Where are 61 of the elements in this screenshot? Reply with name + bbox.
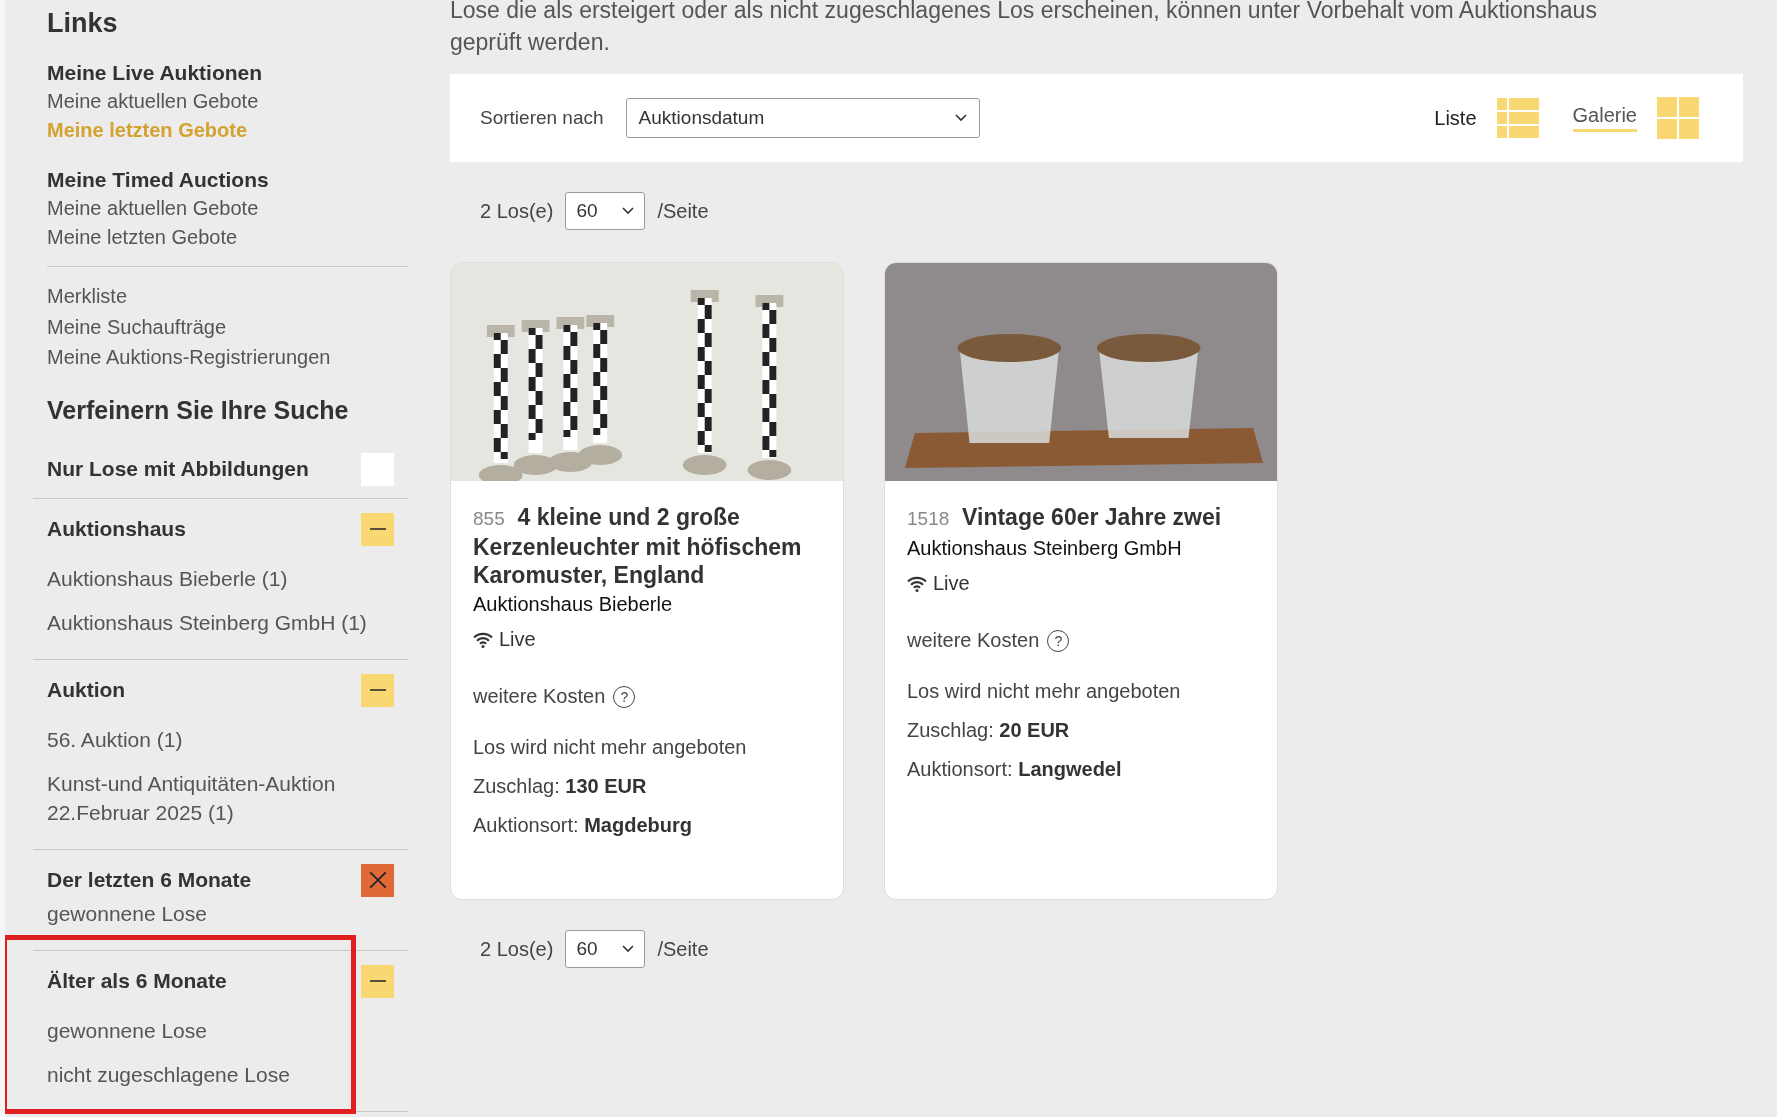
per-page-label: /Seite [657, 937, 709, 961]
per-page-select[interactable]: 60 [565, 192, 646, 230]
collapse-button[interactable] [361, 512, 394, 546]
lot-status: Los wird nicht mehr angeboten [907, 680, 1182, 703]
minus-icon [369, 689, 386, 691]
refine-heading: Verfeinern Sie Ihre Suche [46, 394, 350, 426]
filter-title: Nur Lose mit Abbildungen [47, 457, 309, 481]
auction-house: Auktionshaus Bieberle [473, 593, 673, 616]
costs-label: weitere Kosten [473, 685, 606, 708]
filter-option[interactable]: gewonnene Lose [47, 898, 394, 928]
costs-label: weitere Kosten [907, 629, 1040, 652]
filter-title: Älter als 6 Monate [47, 969, 227, 993]
sidebar-link[interactable]: Meine letzten Gebote [47, 223, 408, 252]
live-label: Live [933, 572, 970, 595]
remove-filter-button[interactable] [361, 863, 394, 897]
lot-card[interactable]: 855 4 kleine und 2 große Kerzenleuchter mit höfischem Karomuster, England Auktionshaus Bieberle Live weitere Kosten ? Los wird nicht mehr angeboten Zuschlag: 130 EUR Auktionsort: Magdeburg [450, 262, 844, 900]
sidebar-link[interactable]: Meine Suchaufträge [47, 311, 408, 342]
collapse-button[interactable] [361, 673, 394, 707]
auction-location: Auktionsort: Magdeburg [473, 814, 693, 837]
minus-icon [369, 980, 386, 982]
sidebar-link[interactable]: Meine aktuellen Gebote [47, 194, 408, 223]
filter-option[interactable]: nicht zugeschlagene Lose [47, 1059, 394, 1089]
sidebar-title: Links [46, 7, 119, 40]
lot-card[interactable]: 1518 Vintage 60er Jahre zwei Auktionshaus Steinberg GmbH Live weitere Kosten ? Los wird nicht mehr angeboten Zuschlag: 20 EUR Auktionsort: Langwedel [884, 262, 1278, 900]
view-link[interactable]: Galerie [1572, 104, 1637, 132]
wifi-icon [907, 575, 927, 592]
hammer-price: Zuschlag: 130 EUR [473, 775, 648, 798]
per-page-label: /Seite [657, 199, 709, 223]
filter-option[interactable]: Auktionshaus Steinberg GmbH (1) [47, 607, 394, 637]
filter-option[interactable]: Kunst-und Antiquitäten-Auktion 22.Februar 2025 (1) [47, 768, 394, 827]
filter-option[interactable]: gewonnene Lose [47, 1015, 394, 1045]
filter-title: Auktion [47, 678, 126, 702]
per-page-select[interactable]: 60 [565, 930, 646, 968]
intro-text: Lose die als ersteigert oder als nicht zugeschlagenes Los erscheinen, können unter Vorbehalt vom Auktionshaus geprüft werden. [450, 0, 1598, 57]
sort-label: Sortieren nach [480, 107, 604, 129]
lot-status: Los wird nicht mehr angeboten [473, 736, 748, 759]
filter-title: Auktionshaus [47, 517, 186, 541]
hammer-price: Zuschlag: 20 EUR [907, 719, 1071, 742]
view-link[interactable]: Liste [1434, 106, 1477, 130]
sidebar-link[interactable]: Merkliste [47, 281, 408, 312]
caret-icon [622, 945, 635, 953]
minus-icon [369, 528, 386, 530]
wifi-icon [473, 631, 493, 648]
sort-select[interactable]: Auktionsdatum [625, 98, 980, 138]
live-label: Live [499, 628, 536, 651]
link-group-heading: Meine Timed Auctions [47, 167, 270, 193]
caret-icon [622, 207, 635, 215]
lot-title[interactable]: 1518 Vintage 60er Jahre zwei [907, 503, 1255, 533]
collapse-button[interactable] [361, 964, 394, 998]
sidebar-link[interactable]: Meine aktuellen Gebote [47, 87, 408, 116]
caret-icon [954, 114, 967, 122]
filter-option[interactable]: 56. Auktion (1) [47, 724, 394, 754]
lot-count: 2 Los(e) [480, 937, 554, 961]
filter-title: Der letzten 6 Monate [47, 868, 252, 892]
auction-house: Auktionshaus Steinberg GmbH [907, 537, 1183, 560]
lot-count: 2 Los(e) [480, 199, 554, 223]
auction-location: Auktionsort: Langwedel [907, 758, 1123, 781]
filter-option[interactable]: Auktionshaus Bieberle (1) [47, 563, 394, 593]
sidebar-link[interactable]: Meine Auktions-Registrierungen [47, 342, 408, 373]
link-group-heading: Meine Live Auktionen [47, 60, 264, 86]
lot-title[interactable]: 855 4 kleine und 2 große Kerzenleuchter mit höfischem Karomuster, England [473, 503, 821, 589]
